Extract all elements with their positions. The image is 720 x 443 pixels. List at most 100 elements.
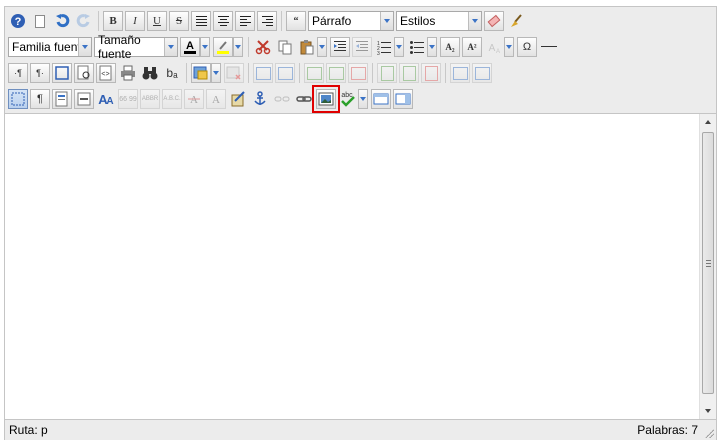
font-size-select[interactable]: Tamaño fuente <box>94 33 178 61</box>
insert-text-button[interactable]: A <box>206 89 226 109</box>
table-row-props-icon <box>255 66 271 80</box>
bullet-list-button[interactable] <box>407 37 427 57</box>
spellcheck-dropdown[interactable] <box>358 89 368 109</box>
replace-button[interactable]: bₐ <box>162 63 182 83</box>
horizontal-rule-button[interactable] <box>539 37 559 57</box>
delete-col-button[interactable] <box>421 63 441 83</box>
scroll-down-arrow-icon[interactable] <box>700 403 716 419</box>
merge-cells-button[interactable] <box>472 63 492 83</box>
eraser-icon <box>487 14 501 28</box>
styles-select[interactable]: Estilos <box>396 11 482 31</box>
rtl-button[interactable]: ¶· <box>30 63 50 83</box>
insert-layer-button[interactable] <box>191 63 211 83</box>
insert-layer-dropdown[interactable] <box>211 63 221 83</box>
toolbar-separator <box>372 63 373 83</box>
subscript-button[interactable]: A₂ <box>440 37 460 57</box>
table-cell-props-button[interactable] <box>275 63 295 83</box>
print-button[interactable] <box>118 63 138 83</box>
align-right-button[interactable] <box>257 11 277 31</box>
acronym-button[interactable]: A.B.C. <box>162 89 182 109</box>
vertical-scrollbar[interactable] <box>699 114 716 419</box>
align-left-button[interactable] <box>235 11 255 31</box>
format-select[interactable]: Párrafo <box>308 11 394 31</box>
ltr-button[interactable]: ·¶ <box>8 63 28 83</box>
numbered-list-dropdown[interactable] <box>394 37 404 57</box>
insert-col-before-button[interactable] <box>377 63 397 83</box>
blockquote-button[interactable]: “ <box>286 11 306 31</box>
editor-content-area[interactable] <box>5 114 699 419</box>
outdent-button[interactable] <box>352 37 372 57</box>
cleanup-button[interactable] <box>506 11 526 31</box>
fullscreen-button[interactable] <box>52 63 72 83</box>
insert-row-before-button[interactable] <box>304 63 324 83</box>
bold-button[interactable]: B <box>103 11 123 31</box>
italic-button[interactable]: I <box>125 11 145 31</box>
backcolor-dropdown[interactable] <box>233 37 243 57</box>
bullet-list-icon <box>410 41 424 54</box>
align-justify-button[interactable] <box>191 11 211 31</box>
bullet-list-dropdown[interactable] <box>427 37 437 57</box>
template-button[interactable] <box>52 89 72 109</box>
delete-layer-button[interactable] <box>224 63 244 83</box>
numbered-list-button[interactable]: 123 <box>374 37 394 57</box>
scroll-up-arrow-icon[interactable] <box>700 114 716 130</box>
table-row-props-button[interactable] <box>253 63 273 83</box>
new-document-button[interactable] <box>30 11 50 31</box>
preview-button[interactable] <box>74 63 94 83</box>
resize-handle-icon[interactable] <box>704 428 714 438</box>
redo-button[interactable] <box>74 11 94 31</box>
forecolor-button[interactable]: A <box>180 37 200 57</box>
chevron-down-icon[interactable] <box>78 38 91 56</box>
strikethrough-button[interactable]: S <box>169 11 189 31</box>
unlink-button[interactable] <box>272 89 292 109</box>
font-family-select[interactable]: Familia fuente <box>8 37 92 57</box>
code-button[interactable]: <> <box>96 63 116 83</box>
style-props-icon: AA <box>98 92 113 107</box>
copy-button[interactable] <box>275 37 295 57</box>
backcolor-button[interactable] <box>213 37 233 57</box>
search-button[interactable] <box>140 63 160 83</box>
insert-row-after-button[interactable] <box>326 63 346 83</box>
styles-select-value: Estilos <box>400 14 436 28</box>
abbr-button[interactable]: ABBR <box>140 89 160 109</box>
delete-text-button[interactable]: A <box>184 89 204 109</box>
indent-button[interactable] <box>330 37 350 57</box>
cut-button[interactable] <box>253 37 273 57</box>
superscript-button[interactable]: A² <box>462 37 482 57</box>
split-cells-button[interactable] <box>450 63 470 83</box>
delete-row-button[interactable] <box>348 63 368 83</box>
font-style-dropdown[interactable] <box>504 37 514 57</box>
charmap-button[interactable]: Ω <box>517 37 537 57</box>
help-button[interactable]: ? <box>8 11 28 31</box>
chevron-down-icon[interactable] <box>380 12 393 30</box>
visual-chars-button[interactable]: ¶ <box>30 89 50 109</box>
insert-col-after-button[interactable] <box>399 63 419 83</box>
highlight-color-icon <box>217 41 229 54</box>
pagebreak-button[interactable] <box>74 89 94 109</box>
undo-button[interactable] <box>52 11 72 31</box>
paste-dropdown[interactable] <box>317 37 327 57</box>
attributes-button[interactable] <box>228 89 248 109</box>
forecolor-dropdown[interactable] <box>200 37 210 57</box>
editor-toolbar: ? B I U S “ Párrafo Estilos Familia fuen… <box>5 7 716 114</box>
chevron-down-icon[interactable] <box>468 12 481 30</box>
font-style-button[interactable]: AA <box>484 37 504 57</box>
path-value[interactable]: p <box>41 423 48 437</box>
chevron-down-icon[interactable] <box>164 38 177 56</box>
copy-icon <box>278 40 292 55</box>
spellcheck-button[interactable]: abc <box>338 89 356 109</box>
insert-block-button[interactable] <box>371 89 391 109</box>
svg-text:?: ? <box>15 16 22 28</box>
link-button[interactable] <box>294 89 314 109</box>
anchor-button[interactable] <box>250 89 270 109</box>
cite-button[interactable]: 66 99 <box>118 89 138 109</box>
remove-format-button[interactable] <box>484 11 504 31</box>
visual-aid-button[interactable] <box>8 89 28 109</box>
insert-column-block-button[interactable] <box>393 89 413 109</box>
scrollbar-thumb[interactable] <box>702 132 714 394</box>
underline-button[interactable]: U <box>147 11 167 31</box>
style-props-button[interactable]: AA <box>96 89 116 109</box>
insert-image-button[interactable] <box>312 85 340 113</box>
paste-button[interactable] <box>297 37 317 57</box>
align-center-button[interactable] <box>213 11 233 31</box>
